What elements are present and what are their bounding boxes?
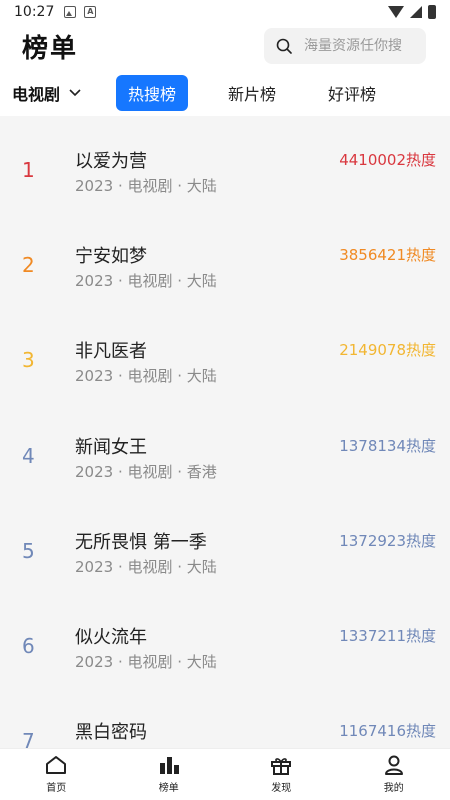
rank-number: 6 [22, 634, 35, 658]
item-meta: 2023 · 电视剧 · 大陆 [75, 558, 217, 576]
nav-discover[interactable]: 发现 [225, 749, 338, 800]
heat-value: 1372923热度 [339, 532, 436, 550]
rank-number: 3 [22, 348, 35, 372]
battery-icon [428, 5, 436, 19]
heat-value: 1167416热度 [339, 722, 436, 740]
tab-top-rated[interactable]: 好评榜 [316, 75, 388, 111]
list-item[interactable]: 7 黑白密码 1167416热度 [0, 687, 450, 748]
list-item[interactable]: 4 新闻女王 2023 · 电视剧 · 香港 1378134热度 [0, 402, 450, 497]
nav-ranking[interactable]: 榜单 [113, 749, 226, 800]
heat-value: 2149078热度 [339, 341, 436, 359]
user-icon [384, 755, 403, 775]
item-title: 似火流年 [75, 627, 147, 648]
tab-new-releases[interactable]: 新片榜 [216, 75, 288, 111]
item-meta: 2023 · 电视剧 · 大陆 [75, 367, 217, 385]
rank-number: 2 [22, 253, 35, 277]
category-select[interactable]: 电视剧 [12, 81, 82, 105]
rank-number: 4 [22, 444, 35, 468]
signal-icon [410, 6, 422, 18]
item-meta: 2023 · 电视剧 · 大陆 [75, 272, 217, 290]
heat-value: 4410002热度 [339, 151, 436, 169]
category-label: 电视剧 [12, 85, 61, 104]
rank-number: 1 [22, 158, 35, 182]
page-title: 榜单 [22, 34, 79, 64]
rank-number: 7 [22, 729, 35, 748]
chart-icon [159, 757, 179, 774]
status-time: 10:27 [14, 4, 55, 20]
image-notification-icon [64, 6, 77, 18]
heat-value: 3856421热度 [339, 246, 436, 264]
gift-icon [271, 758, 292, 775]
search-icon [276, 38, 292, 54]
list-item[interactable]: 2 宁安如梦 2023 · 电视剧 · 大陆 3856421热度 [0, 211, 450, 306]
nav-home-label: 首页 [46, 783, 67, 794]
header: 榜单 [0, 24, 450, 72]
font-notification-icon: A [84, 6, 97, 18]
home-icon [46, 756, 67, 774]
rank-number: 5 [22, 539, 35, 563]
item-title: 新闻女王 [75, 437, 147, 458]
search-box[interactable] [264, 28, 426, 64]
item-title: 黑白密码 [75, 722, 147, 743]
wifi-icon [388, 6, 404, 18]
item-title: 无所畏惧 第一季 [75, 532, 207, 553]
heat-value: 1378134热度 [339, 437, 436, 455]
status-bar: 10:27 A [0, 0, 450, 24]
heat-value: 1337211热度 [339, 627, 436, 645]
filter-row: 电视剧 热搜榜 新片榜 好评榜 [0, 74, 450, 112]
nav-home[interactable]: 首页 [0, 749, 113, 800]
search-input[interactable] [304, 38, 424, 54]
ranking-list[interactable]: 1 以爱为营 2023 · 电视剧 · 大陆 4410002热度 2 宁安如梦 … [0, 116, 450, 748]
list-item[interactable]: 6 似火流年 2023 · 电视剧 · 大陆 1337211热度 [0, 592, 450, 687]
bottom-nav: 首页 榜单 发现 我的 [0, 748, 450, 800]
nav-discover-label: 发现 [271, 783, 292, 794]
nav-profile-label: 我的 [383, 783, 404, 794]
item-title: 非凡医者 [75, 341, 147, 362]
item-title: 宁安如梦 [75, 246, 147, 267]
list-item[interactable]: 1 以爱为营 2023 · 电视剧 · 大陆 4410002热度 [0, 116, 450, 211]
nav-ranking-label: 榜单 [158, 783, 179, 794]
item-title: 以爱为营 [75, 151, 147, 172]
chevron-down-icon [69, 89, 81, 97]
item-meta: 2023 · 电视剧 · 大陆 [75, 653, 217, 671]
list-item[interactable]: 3 非凡医者 2023 · 电视剧 · 大陆 2149078热度 [0, 306, 450, 401]
item-meta: 2023 · 电视剧 · 香港 [75, 463, 217, 481]
list-item[interactable]: 5 无所畏惧 第一季 2023 · 电视剧 · 大陆 1372923热度 [0, 497, 450, 592]
tab-hot-search[interactable]: 热搜榜 [116, 75, 189, 111]
nav-profile[interactable]: 我的 [338, 749, 450, 800]
item-meta: 2023 · 电视剧 · 大陆 [75, 177, 217, 195]
